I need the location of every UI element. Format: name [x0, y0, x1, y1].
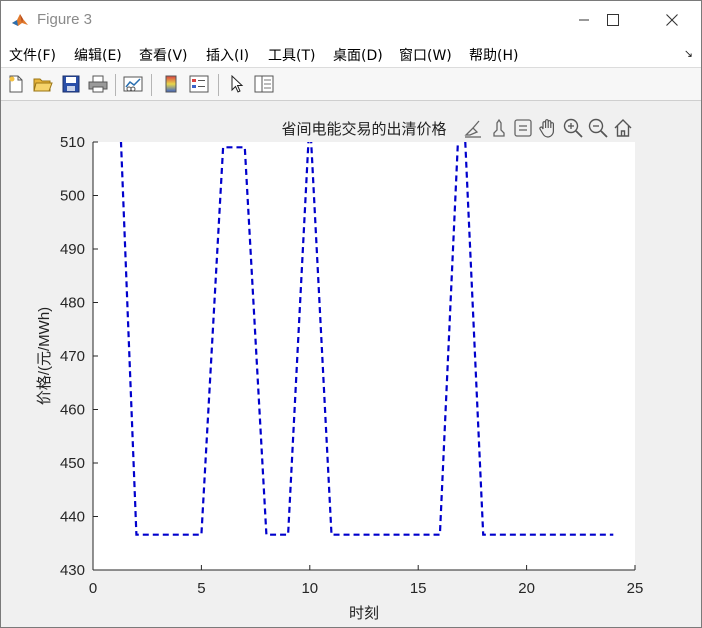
figure-toolbar	[1, 67, 701, 101]
colorbar-icon	[165, 75, 177, 93]
menu-bar: 文件(F) 编辑(E) 查看(V) 插入(I) 工具(T) 桌面(D) 窗口(W…	[1, 39, 701, 67]
pointer-button[interactable]	[226, 73, 248, 95]
property-inspector-button[interactable]	[253, 73, 275, 95]
title-bar: Figure 3	[1, 1, 701, 39]
menu-file[interactable]: 文件(F)	[9, 45, 56, 65]
pointer-icon	[231, 75, 244, 93]
y-axis-label: 价格/(元/MWh)	[36, 307, 53, 405]
maximize-button[interactable]	[590, 1, 636, 39]
window-title: Figure 3	[37, 11, 93, 28]
y-tick-label: 460	[60, 402, 85, 419]
y-tick-label: 450	[60, 455, 85, 472]
pan-button[interactable]	[538, 118, 558, 138]
y-tick-label: 440	[60, 509, 85, 526]
y-tick-label: 470	[60, 348, 85, 365]
minimize-icon	[579, 19, 589, 21]
y-tick-label: 510	[60, 134, 85, 151]
x-tick-label: 25	[627, 580, 644, 597]
maximize-icon	[607, 14, 619, 26]
x-tick-label: 20	[518, 580, 535, 597]
legend-button[interactable]	[188, 73, 210, 95]
menu-help[interactable]: 帮助(H)	[469, 45, 518, 65]
home-button[interactable]	[613, 118, 633, 138]
print-icon	[88, 75, 108, 93]
menu-overflow-icon[interactable]: ↘	[684, 47, 693, 60]
close-icon	[666, 14, 678, 26]
new-figure-icon	[9, 75, 23, 93]
x-tick-label: 5	[197, 580, 205, 597]
new-figure-button[interactable]	[5, 73, 27, 95]
zoom-in-button[interactable]	[563, 118, 583, 138]
y-tick-label: 490	[60, 241, 85, 258]
rotate-button[interactable]	[513, 118, 533, 138]
toolbar-separator	[218, 74, 219, 96]
save-button[interactable]	[60, 73, 82, 95]
matlab-logo-icon	[11, 11, 29, 29]
data-tip-button[interactable]	[489, 118, 509, 138]
chart-title: 省间电能交易的出清价格	[281, 120, 446, 138]
axes-toolbar	[463, 118, 633, 138]
print-button[interactable]	[87, 73, 109, 95]
x-tick-label: 15	[410, 580, 427, 597]
open-file-icon	[33, 78, 53, 92]
x-tick-label: 0	[89, 580, 97, 597]
y-tick-label: 500	[60, 188, 85, 205]
save-icon	[62, 75, 80, 93]
figure-window: Figure 3 文件(F) 编辑(E) 查看(V) 插入(I) 工具(T) 桌…	[0, 0, 702, 628]
x-tick-label: 10	[301, 580, 318, 597]
plot-svg: 0 5 10 15 20 25430440450460470480490500510 省间…	[36, 118, 644, 622]
figure-canvas: 0 5 10 15 20 25 430 440 450 460 470 480 490 500 510 省间…	[1, 102, 701, 627]
toolbar-separator	[151, 74, 152, 96]
menu-desktop[interactable]: 桌面(D)	[333, 45, 383, 65]
menu-insert[interactable]: 插入(I)	[206, 45, 249, 65]
y-tick-label: 480	[60, 295, 85, 312]
colorbar-button[interactable]	[160, 73, 182, 95]
toolbar-separator	[115, 74, 116, 96]
property-inspector-icon	[254, 75, 274, 93]
menu-tools[interactable]: 工具(T)	[268, 45, 315, 65]
legend-icon	[189, 75, 209, 93]
menu-view[interactable]: 查看(V)	[139, 45, 188, 65]
x-axis-label: 时刻	[349, 605, 379, 622]
zoom-out-button[interactable]	[588, 118, 608, 138]
close-button[interactable]	[649, 1, 695, 39]
link-plot-icon	[123, 76, 143, 92]
y-tick-label: 430	[60, 562, 85, 579]
open-file-button[interactable]	[32, 73, 54, 95]
menu-window[interactable]: 窗口(W)	[399, 45, 452, 65]
menu-edit[interactable]: 编辑(E)	[74, 45, 122, 65]
axes-background[interactable]	[93, 142, 635, 570]
link-plot-button[interactable]	[122, 73, 144, 95]
brush-button[interactable]	[463, 118, 483, 138]
